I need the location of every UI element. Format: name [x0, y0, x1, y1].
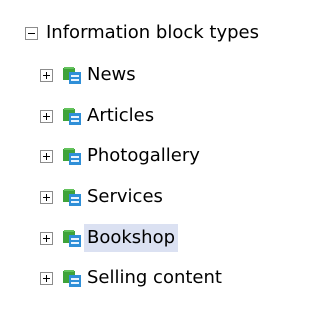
tree-item-label-selected[interactable]: Bookshop [84, 224, 179, 252]
infoblock-folder-icon [63, 148, 81, 165]
tree-root-label[interactable]: Information block types [46, 21, 259, 45]
expand-plus-icon[interactable] [40, 190, 53, 204]
tree-item-bookshop[interactable]: Bookshop [40, 223, 179, 253]
infoblock-folder-icon [63, 189, 81, 206]
tree-item-label[interactable]: News [84, 61, 139, 89]
expand-plus-icon[interactable] [40, 68, 53, 82]
tree-item-label[interactable]: Services [84, 183, 166, 211]
tree-item-label[interactable]: Selling content [84, 264, 225, 292]
tree-item-news[interactable]: News [40, 60, 139, 90]
tree-root-information-block-types[interactable]: Information block types [25, 18, 259, 48]
information-block-tree: Information block types News Articles Ph… [0, 0, 327, 331]
infoblock-folder-icon [63, 230, 81, 247]
tree-item-articles[interactable]: Articles [40, 101, 157, 131]
infoblock-folder-icon [63, 108, 81, 125]
expand-plus-icon[interactable] [40, 109, 53, 123]
tree-item-label[interactable]: Articles [84, 102, 157, 130]
expand-plus-icon[interactable] [40, 271, 53, 285]
collapse-minus-icon[interactable] [25, 26, 38, 40]
infoblock-folder-icon [63, 270, 81, 287]
expand-plus-icon[interactable] [40, 231, 53, 245]
infoblock-folder-icon [63, 67, 81, 84]
tree-item-services[interactable]: Services [40, 182, 166, 212]
tree-item-label[interactable]: Photogallery [84, 142, 203, 170]
tree-item-photogallery[interactable]: Photogallery [40, 141, 203, 171]
expand-plus-icon[interactable] [40, 149, 53, 163]
tree-item-selling-content[interactable]: Selling content [40, 263, 225, 293]
